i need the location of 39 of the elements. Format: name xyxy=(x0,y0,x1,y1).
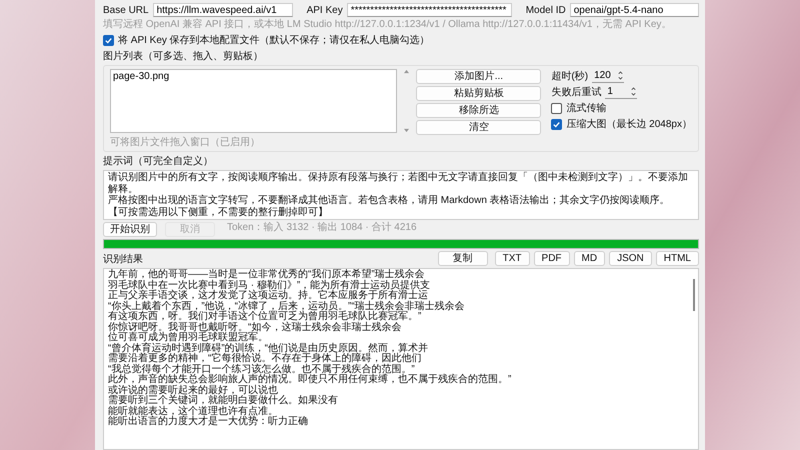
image-action-button[interactable]: 粘贴剪贴板 xyxy=(416,86,542,101)
model-id-label: Model ID xyxy=(526,4,566,16)
retry-spinbox[interactable]: 1 xyxy=(605,85,638,99)
prompt-title: 提示词（可完全自定义） xyxy=(103,154,214,168)
connection-hint: 填写远程 OpenAI 兼容 API 接口，或本地 LM Studio http://127.0.0.1:1234/v1 / Ollama http://127.0.0.1:11434/v1，无需 API Key。 xyxy=(103,19,672,31)
image-list-title: 图片列表（可多选、拖入、剪贴板） xyxy=(103,50,264,63)
base-url-field[interactable]: https://llm.wavespeed.ai/v1 xyxy=(152,3,293,17)
timeout-spinbox[interactable]: 120 xyxy=(592,69,624,83)
option-label: 流式传输 xyxy=(566,102,606,115)
option-checkbox[interactable] xyxy=(551,118,562,130)
start-button[interactable]: 开始识别 xyxy=(103,222,157,237)
option-checkbox[interactable] xyxy=(551,102,562,114)
spin-arrows-icon[interactable] xyxy=(617,70,624,81)
save-key-label: 将 API Key 保存到本地配置文件（默认不保存；请仅在私人电脑勾选） xyxy=(118,34,430,47)
image-action-button[interactable]: 移除所选 xyxy=(416,103,542,118)
drop-hint: 可将图片文件拖入窗口（已启用） xyxy=(110,137,260,149)
model-id-field[interactable]: openai/gpt-5.4-nano xyxy=(570,3,699,17)
api-key-label: API Key xyxy=(306,4,343,16)
scrollbar-thumb[interactable] xyxy=(693,279,695,311)
image-file-list[interactable]: page-30.png xyxy=(110,69,397,133)
api-key-field[interactable]: **************************************** xyxy=(346,3,512,17)
export-button[interactable]: TXT xyxy=(494,251,530,266)
prompt-text-area[interactable]: 请识别图片中的所有文字，按阅读顺序输出。保持原有段落与换行；若图中无文字请直接回复「（图中未检测到文字）」。不要添加解释。 严格按图中出现的语言文字转写，不要翻译成其他语言。若包含表格，请用 Markdown 表格语法输出；其余文字仍按阅读顺序。 【可按需选用以下侧重，不需要的整行删掉即可】 xyxy=(103,170,699,220)
retry-label: 失败后重试 xyxy=(551,86,602,99)
export-button[interactable]: 复制 xyxy=(438,251,488,266)
timeout-label: 超时(秒) xyxy=(551,70,588,83)
option-label: 压缩大图（最长边 2048px） xyxy=(566,118,692,131)
result-title: 识别结果 xyxy=(103,252,143,266)
token-usage: Token：输入 3132 · 输出 1084 · 合计 4216 xyxy=(227,222,417,234)
export-button[interactable]: MD xyxy=(574,251,606,266)
image-action-button[interactable]: 添加图片... xyxy=(416,69,542,84)
export-button[interactable]: JSON xyxy=(609,251,652,266)
spin-arrows-icon[interactable] xyxy=(630,86,638,97)
save-key-checkbox[interactable] xyxy=(103,34,114,46)
export-button[interactable]: HTML xyxy=(656,251,699,266)
image-action-button[interactable]: 清空 xyxy=(416,120,542,135)
export-button[interactable]: PDF xyxy=(534,251,570,266)
base-url-label: Base URL xyxy=(103,4,149,16)
file-list-item[interactable]: page-30.png xyxy=(113,71,394,82)
